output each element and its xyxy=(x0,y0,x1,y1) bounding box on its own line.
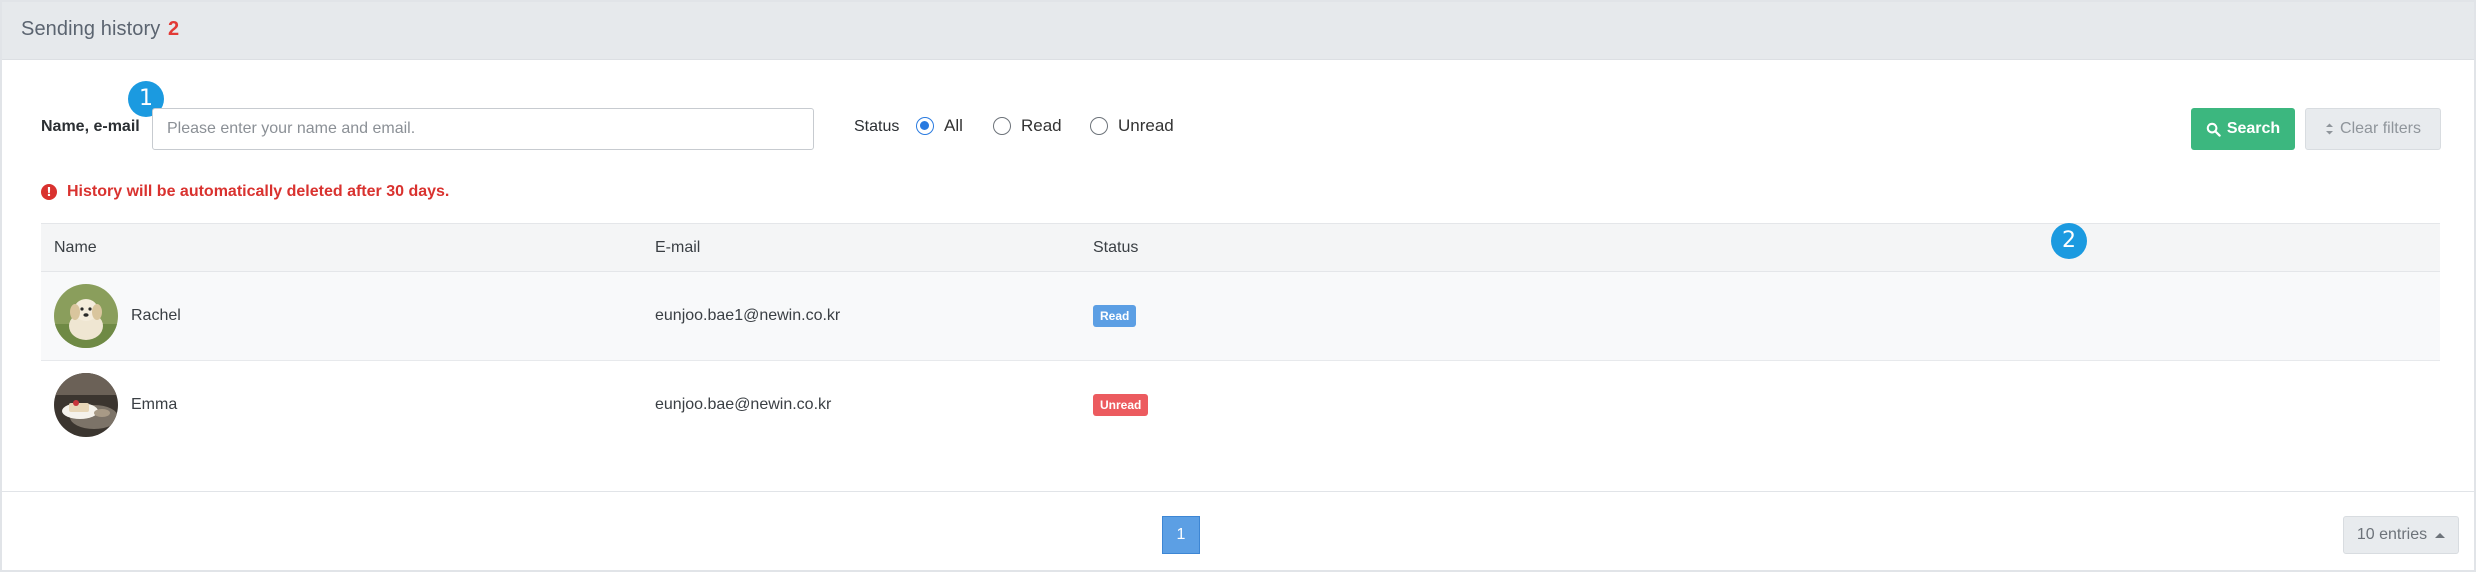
status-radio-all-label[interactable]: All xyxy=(944,116,963,136)
column-header-status: Status xyxy=(1093,239,1139,256)
panel-header: Sending history 2 xyxy=(2,2,2474,60)
entries-per-page-label: 10 entries xyxy=(2356,526,2428,543)
recipient-email: eunjoo.bae@newin.co.kr xyxy=(655,396,832,413)
callout-marker-2: 2 xyxy=(2051,223,2087,259)
panel-title-text: Sending history xyxy=(21,18,161,40)
caret-up-icon xyxy=(2435,532,2446,538)
status-badge-read: Read xyxy=(1093,305,1137,327)
status-radio-all[interactable] xyxy=(916,117,934,135)
search-icon xyxy=(2206,122,2221,137)
table-footer: 1 10 entries xyxy=(2,491,2474,572)
table-row[interactable]: Rachel eunjoo.bae1@newin.co.kr Read xyxy=(41,272,2440,361)
recipient-name: Rachel xyxy=(131,307,181,324)
name-email-label: Name, e-mail xyxy=(41,118,140,135)
recipient-name: Emma xyxy=(131,396,178,413)
column-header-name: Name xyxy=(54,239,97,256)
sending-history-panel: Sending history 2 Name, e-mail 1 Status … xyxy=(0,0,2476,572)
history-count: 2 xyxy=(168,18,180,40)
name-email-search-input[interactable] xyxy=(152,108,814,150)
table-row[interactable]: Emma eunjoo.bae@newin.co.kr Unread xyxy=(41,361,2440,450)
avatar xyxy=(54,373,118,437)
recipient-email: eunjoo.bae1@newin.co.kr xyxy=(655,307,841,324)
clear-sort-icon xyxy=(2326,123,2334,135)
status-radio-unread[interactable] xyxy=(1090,117,1108,135)
status-radio-read[interactable] xyxy=(993,117,1011,135)
clear-filters-label: Clear filters xyxy=(2340,120,2421,137)
search-button[interactable]: Search xyxy=(2191,108,2295,150)
panel-title: Sending history 2 xyxy=(21,18,179,41)
entries-per-page-dropdown[interactable]: 10 entries xyxy=(2343,516,2459,554)
search-button-label: Search xyxy=(2226,120,2281,137)
status-badge-unread: Unread xyxy=(1093,394,1149,416)
info-circle-icon: ! xyxy=(41,184,57,200)
avatar xyxy=(54,284,118,348)
retention-notice: ! History will be automatically deleted … xyxy=(41,183,449,201)
status-radio-read-label[interactable]: Read xyxy=(1021,116,1062,136)
column-header-email: E-mail xyxy=(655,239,701,256)
status-radio-unread-label[interactable]: Unread xyxy=(1118,116,1174,136)
status-filter-label: Status xyxy=(854,118,900,135)
clear-filters-button[interactable]: Clear filters xyxy=(2305,108,2441,150)
pagination-page-1[interactable]: 1 xyxy=(1162,516,1200,554)
retention-notice-text: History will be automatically deleted af… xyxy=(67,183,450,200)
